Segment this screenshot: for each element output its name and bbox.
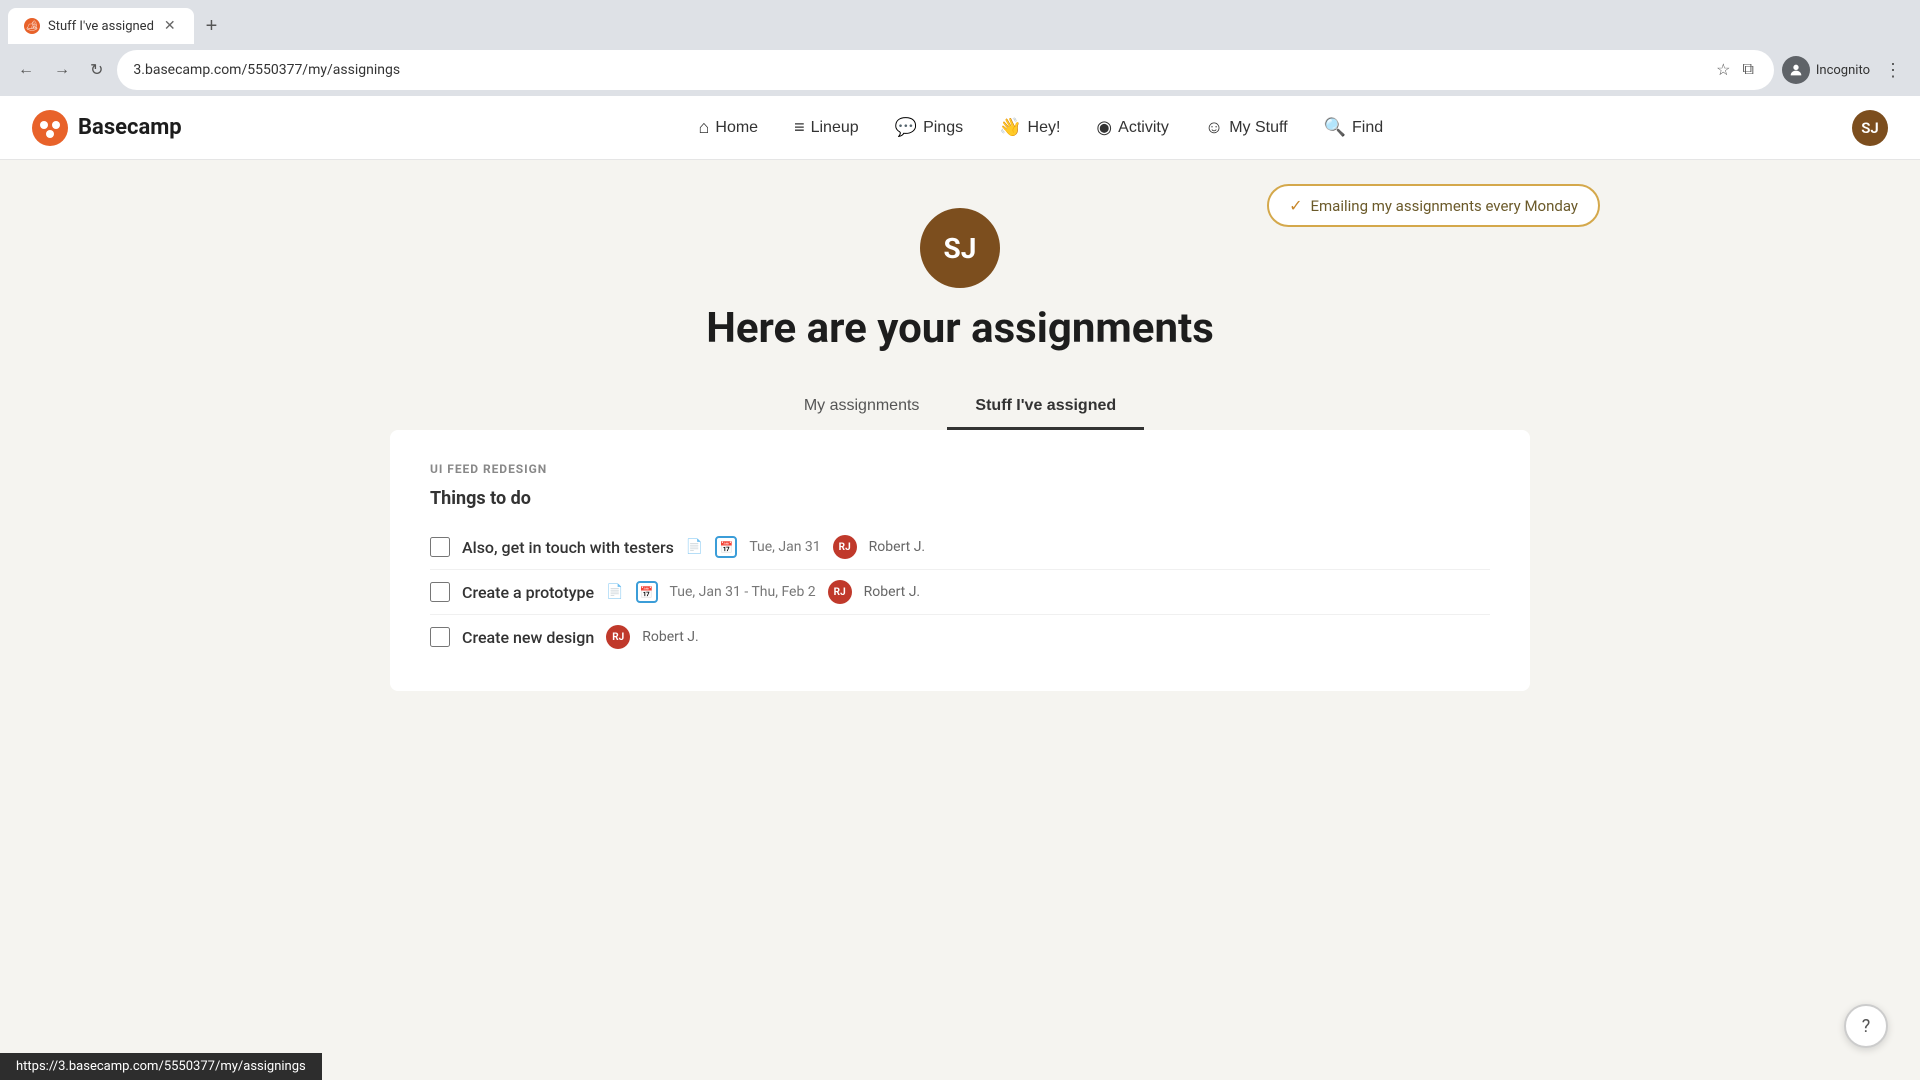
task-1-checkbox[interactable]: [430, 537, 450, 557]
more-button[interactable]: ⋮: [1878, 56, 1908, 85]
task-1-calendar-icon[interactable]: 📅: [715, 536, 737, 558]
nav-find-label: Find: [1352, 119, 1383, 137]
nav-activity[interactable]: ◉ Activity: [1080, 109, 1184, 146]
tab-my-assignments-label: My assignments: [804, 397, 920, 414]
user-avatar[interactable]: SJ: [1852, 110, 1888, 146]
pings-icon: 💬: [895, 117, 917, 138]
browser-chrome: 🏕 Stuff I've assigned ✕ + ← → ↻ 3.baseca…: [0, 0, 1920, 96]
brand-logo-icon: [32, 110, 68, 146]
task-2-notes-icon[interactable]: 📄: [606, 584, 623, 600]
nav-mystuff[interactable]: ☺ My Stuff: [1189, 109, 1304, 146]
back-button[interactable]: ←: [12, 57, 40, 83]
task-2-checkbox[interactable]: [430, 582, 450, 602]
task-3-checkbox[interactable]: [430, 627, 450, 647]
star-button[interactable]: ☆: [1712, 56, 1734, 84]
incognito-label: Incognito: [1816, 63, 1870, 78]
task-3-title: Create new design: [462, 628, 594, 647]
tab-stuff-ive-assigned[interactable]: Stuff I've assigned: [947, 385, 1144, 430]
nav-hey-label: Hey!: [1028, 119, 1061, 137]
tab-favicon: 🏕: [24, 18, 40, 34]
address-bar[interactable]: 3.basecamp.com/5550377/my/assignings ☆ ⧉: [117, 50, 1773, 90]
main-nav: ⌂ Home ≡ Lineup 💬 Pings 👋 Hey! ◉ Activit…: [230, 109, 1852, 146]
address-bar-row: ← → ↻ 3.basecamp.com/5550377/my/assignin…: [0, 44, 1920, 96]
home-icon: ⌂: [699, 117, 710, 138]
address-bar-actions: ☆ ⧉: [1712, 56, 1758, 84]
task-item: Also, get in touch with testers 📄 📅 Tue,…: [430, 525, 1490, 570]
nav-pings[interactable]: 💬 Pings: [879, 109, 979, 146]
tabs-container: My assignments Stuff I've assigned: [32, 385, 1888, 430]
email-badge-text: Emailing my assignments every Monday: [1311, 197, 1579, 215]
tab-title: Stuff I've assigned: [48, 19, 154, 34]
task-1-title: Also, get in touch with testers: [462, 538, 674, 557]
nav-mystuff-label: My Stuff: [1229, 119, 1287, 137]
nav-find[interactable]: 🔍 Find: [1308, 109, 1400, 146]
user-avatar-large: SJ: [920, 208, 1000, 288]
email-badge[interactable]: ✓ Emailing my assignments every Monday: [1267, 184, 1600, 227]
incognito-icon: [1782, 56, 1810, 84]
incognito-button[interactable]: Incognito: [1782, 56, 1870, 84]
task-1-assignee-avatar: RJ: [833, 535, 857, 559]
task-2-assignee-avatar: RJ: [828, 580, 852, 604]
mystuff-icon: ☺: [1205, 117, 1223, 138]
brand-name: Basecamp: [78, 115, 182, 140]
brand[interactable]: Basecamp: [32, 110, 182, 146]
task-2-calendar-icon[interactable]: 📅: [636, 581, 658, 603]
active-tab[interactable]: 🏕 Stuff I've assigned ✕: [8, 8, 194, 44]
task-1-date: Tue, Jan 31: [749, 539, 820, 555]
task-1-notes-icon[interactable]: 📄: [686, 539, 703, 555]
task-2-date: Tue, Jan 31 - Thu, Feb 2: [670, 584, 816, 600]
nav-lineup-label: Lineup: [811, 119, 859, 137]
tab-my-assignments[interactable]: My assignments: [776, 385, 948, 430]
nav-hey[interactable]: 👋 Hey!: [983, 109, 1076, 146]
section-label: UI FEED REDESIGN: [430, 462, 1490, 476]
tab-close-button[interactable]: ✕: [162, 16, 178, 36]
task-2-assignee-name: Robert J.: [864, 584, 920, 600]
help-icon: ?: [1862, 1016, 1871, 1037]
nav-pings-label: Pings: [923, 119, 963, 137]
nav-home-label: Home: [715, 119, 758, 137]
help-button[interactable]: ?: [1844, 1004, 1888, 1048]
nav-lineup[interactable]: ≡ Lineup: [778, 109, 875, 146]
page-title: Here are your assignments: [32, 304, 1888, 353]
email-check-icon: ✓: [1289, 196, 1302, 215]
task-3-assignee-name: Robert J.: [642, 629, 698, 645]
status-url: https://3.basecamp.com/5550377/my/assign…: [16, 1059, 306, 1074]
hey-icon: 👋: [999, 117, 1021, 138]
nav-activity-label: Activity: [1118, 119, 1169, 137]
forward-button[interactable]: →: [48, 57, 76, 83]
find-icon: 🔍: [1324, 117, 1346, 138]
activity-icon: ◉: [1096, 117, 1112, 138]
task-item: Create a prototype 📄 📅 Tue, Jan 31 - Thu…: [430, 570, 1490, 615]
app-nav: Basecamp ⌂ Home ≡ Lineup 💬 Pings 👋 Hey! …: [0, 96, 1920, 160]
task-2-title: Create a prototype: [462, 583, 594, 602]
task-1-assignee-name: Robert J.: [869, 539, 925, 555]
new-tab-button[interactable]: +: [198, 11, 226, 42]
page-header: SJ Here are your assignments: [32, 208, 1888, 353]
task-3-assignee-avatar: RJ: [606, 625, 630, 649]
task-item: Create new design RJ Robert J.: [430, 615, 1490, 659]
url-text: 3.basecamp.com/5550377/my/assignings: [133, 62, 400, 78]
status-bar: https://3.basecamp.com/5550377/my/assign…: [0, 1053, 322, 1080]
lineup-icon: ≡: [794, 117, 805, 138]
nav-home[interactable]: ⌂ Home: [683, 109, 775, 146]
sidebar-button[interactable]: ⧉: [1738, 57, 1757, 83]
tab-bar: 🏕 Stuff I've assigned ✕ +: [0, 0, 1920, 44]
content-area: UI FEED REDESIGN Things to do Also, get …: [390, 430, 1530, 691]
main-content: ✓ Emailing my assignments every Monday S…: [0, 160, 1920, 1076]
section-subtitle: Things to do: [430, 488, 1490, 509]
refresh-button[interactable]: ↻: [84, 56, 109, 84]
tab-stuff-ive-assigned-label: Stuff I've assigned: [975, 397, 1116, 414]
